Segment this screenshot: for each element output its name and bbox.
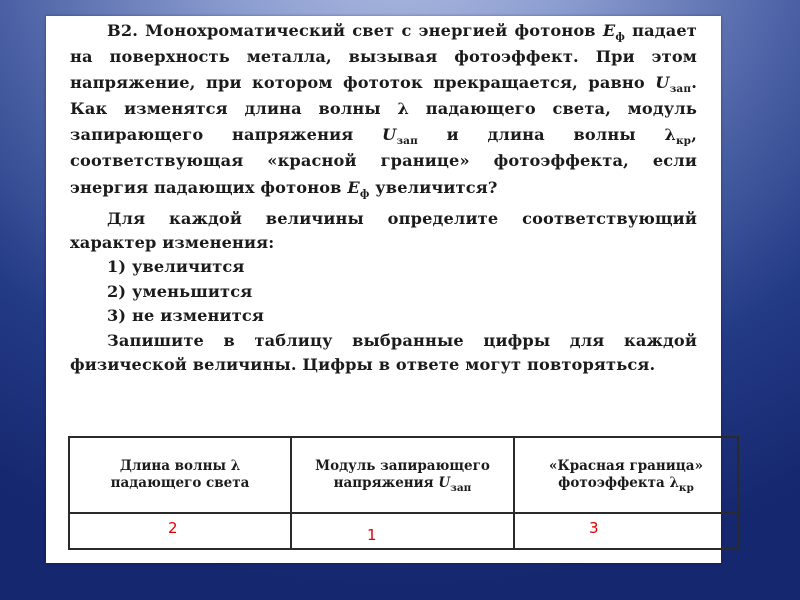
- statement-text: Монохроматический свет с энергией фотоно…: [138, 21, 603, 40]
- var-letter: λ: [669, 475, 679, 491]
- photon-energy-symbol: Eф: [347, 177, 370, 200]
- option-no-change: 3) не изменится: [107, 306, 264, 326]
- table-header-row: Длина волны λ падающего света Модуль зап…: [68, 436, 739, 514]
- option-decrease: 2) уменьшится: [107, 281, 253, 301]
- answer-value: 1: [367, 526, 377, 544]
- var-subscript: ф: [615, 31, 625, 43]
- var-letter: E: [347, 177, 360, 197]
- statement-text: увеличится?: [369, 177, 498, 197]
- answer-cell-red-limit[interactable]: 3: [513, 512, 739, 550]
- answer-value: 3: [589, 519, 599, 537]
- stopping-voltage-symbol: Uзап: [382, 125, 418, 148]
- var-letter: E: [602, 21, 616, 40]
- stopping-voltage-symbol: Uзап: [655, 73, 692, 96]
- table-answer-row: 2 1 3: [68, 512, 739, 550]
- answer-value: 2: [168, 519, 178, 537]
- var-subscript: зап: [669, 83, 692, 96]
- answer-table: Длина волны λ падающего света Модуль зап…: [68, 436, 739, 550]
- red-limit-wavelength-symbol: λкр: [664, 125, 692, 148]
- stopping-voltage-symbol: Uзап: [438, 475, 472, 494]
- red-limit-wavelength-symbol: λкр: [669, 475, 694, 494]
- problem-statement: В2. Монохроматический свет с энергией фо…: [70, 18, 697, 201]
- problem-label: В2.: [107, 21, 139, 40]
- var-letter: λ: [664, 125, 676, 145]
- var-subscript: зап: [450, 482, 472, 494]
- problem-text: В2. Монохроматический свет с энергией фо…: [70, 18, 697, 378]
- header-text: Длина волны λ падающего света: [110, 458, 250, 491]
- answer-cell-stopping-voltage[interactable]: 1: [290, 512, 515, 550]
- var-subscript: зап: [396, 135, 418, 148]
- header-cell-stopping-voltage: Модуль запирающего напряжения Uзап: [290, 436, 515, 514]
- slide-content-panel: В2. Монохроматический свет с энергией фо…: [46, 16, 739, 563]
- instruction-text: Для каждой величины определите соответст…: [70, 208, 697, 253]
- var-subscript: ф: [359, 187, 370, 200]
- var-letter: U: [382, 125, 397, 145]
- answer-cell-wavelength[interactable]: 2: [68, 512, 292, 550]
- statement-text: и длина волны: [417, 125, 665, 145]
- wavelength-symbol: λ: [397, 99, 409, 119]
- closing-text: Запишите в таблицу выбранные цифры для к…: [70, 330, 697, 375]
- option-increase: 1) увеличится: [107, 257, 245, 277]
- var-subscript: кр: [675, 135, 692, 148]
- header-cell-wavelength: Длина волны λ падающего света: [68, 436, 292, 514]
- var-letter: U: [655, 73, 670, 93]
- var-letter: U: [438, 475, 451, 491]
- photon-energy-symbol: Eф: [602, 21, 625, 43]
- header-cell-red-limit: «Красная граница» фотоэффекта λкр: [513, 436, 739, 514]
- var-subscript: кр: [678, 482, 694, 494]
